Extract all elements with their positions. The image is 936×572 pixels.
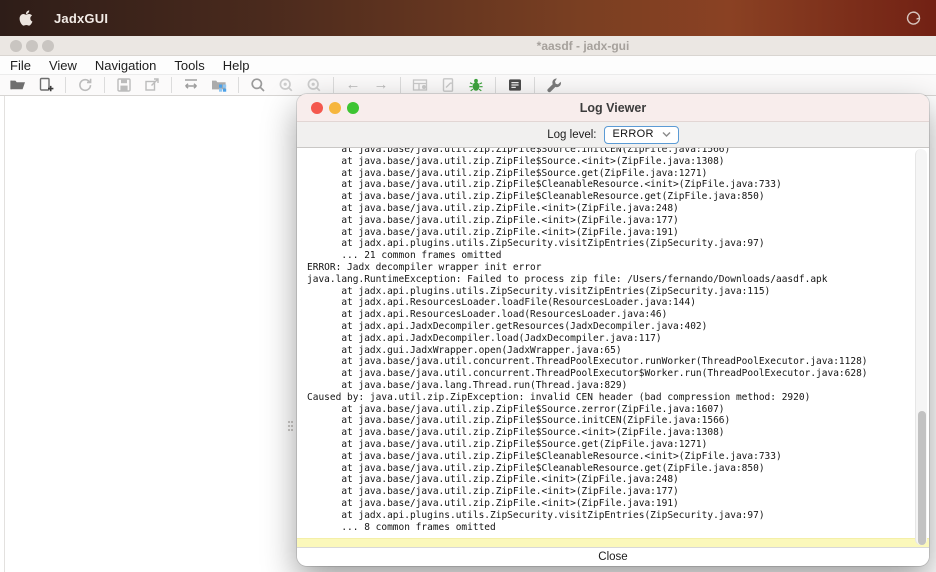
close-button[interactable]: Close <box>297 547 929 565</box>
toolbar: ← → <box>0 75 936 96</box>
toolbar-divider <box>333 77 334 93</box>
window-titlebar: *aasdf - jadx-gui <box>0 36 936 56</box>
log-level-label: Log level: <box>547 129 596 141</box>
toolbar-divider <box>104 77 105 93</box>
log-viewer-icon[interactable] <box>506 76 524 94</box>
debug-bug-icon[interactable] <box>467 76 485 94</box>
screen: JadxGUI *aasdf - jadx-gui File View Navi… <box>0 0 936 572</box>
toolbar-divider <box>534 77 535 93</box>
menu-view[interactable]: View <box>40 58 86 73</box>
save-all-icon[interactable] <box>115 76 133 94</box>
status-menu-headphones-icon[interactable] <box>905 10 922 27</box>
export-icon[interactable] <box>143 76 161 94</box>
search-class-icon[interactable] <box>305 76 323 94</box>
menu-help[interactable]: Help <box>214 58 259 73</box>
search-text-icon[interactable] <box>277 76 295 94</box>
window-title: *aasdf - jadx-gui <box>0 39 936 53</box>
deobfuscation-icon[interactable] <box>411 76 429 94</box>
log-level-row: Log level: ERROR <box>297 122 929 148</box>
toolbar-divider <box>238 77 239 93</box>
log-caret-line-highlight <box>297 538 929 547</box>
apple-menu-icon[interactable] <box>18 10 34 26</box>
nav-back-icon[interactable]: ← <box>344 76 362 94</box>
add-files-icon[interactable] <box>37 76 55 94</box>
toolbar-divider <box>65 77 66 93</box>
reload-icon[interactable] <box>76 76 94 94</box>
log-text: at java.base/java.util.zip.ZipFile$Sourc… <box>297 148 929 533</box>
log-viewer-dialog: Log Viewer Log level: ERROR at java.base… <box>297 94 929 566</box>
panel-border <box>4 96 5 572</box>
scrollbar-thumb[interactable] <box>918 411 926 545</box>
toolbar-divider <box>495 77 496 93</box>
settings-wrench-icon[interactable] <box>545 76 563 94</box>
log-level-select[interactable]: ERROR <box>604 126 679 144</box>
log-level-value: ERROR <box>613 128 654 140</box>
log-text-area[interactable]: at java.base/java.util.zip.ZipFile$Sourc… <box>297 148 929 547</box>
search-icon[interactable] <box>249 76 267 94</box>
dialog-titlebar: Log Viewer <box>297 94 929 122</box>
view-code-icon[interactable] <box>439 76 457 94</box>
toolbar-divider <box>171 77 172 93</box>
chevron-down-icon <box>662 131 671 138</box>
active-app-name[interactable]: JadxGUI <box>54 11 108 26</box>
flat-packages-icon[interactable] <box>210 76 228 94</box>
vertical-scrollbar[interactable] <box>915 149 927 545</box>
menu-navigation[interactable]: Navigation <box>86 58 165 73</box>
fit-width-icon[interactable] <box>182 76 200 94</box>
macos-menubar: JadxGUI <box>0 0 936 36</box>
nav-forward-icon[interactable]: → <box>372 76 390 94</box>
open-file-icon[interactable] <box>9 76 27 94</box>
dialog-title: Log Viewer <box>297 101 929 115</box>
splitter-handle[interactable] <box>288 421 295 439</box>
menu-file[interactable]: File <box>0 58 40 73</box>
menu-tools[interactable]: Tools <box>165 58 213 73</box>
toolbar-divider <box>400 77 401 93</box>
close-button-label: Close <box>598 551 627 563</box>
app-menubar: File View Navigation Tools Help <box>0 56 936 75</box>
